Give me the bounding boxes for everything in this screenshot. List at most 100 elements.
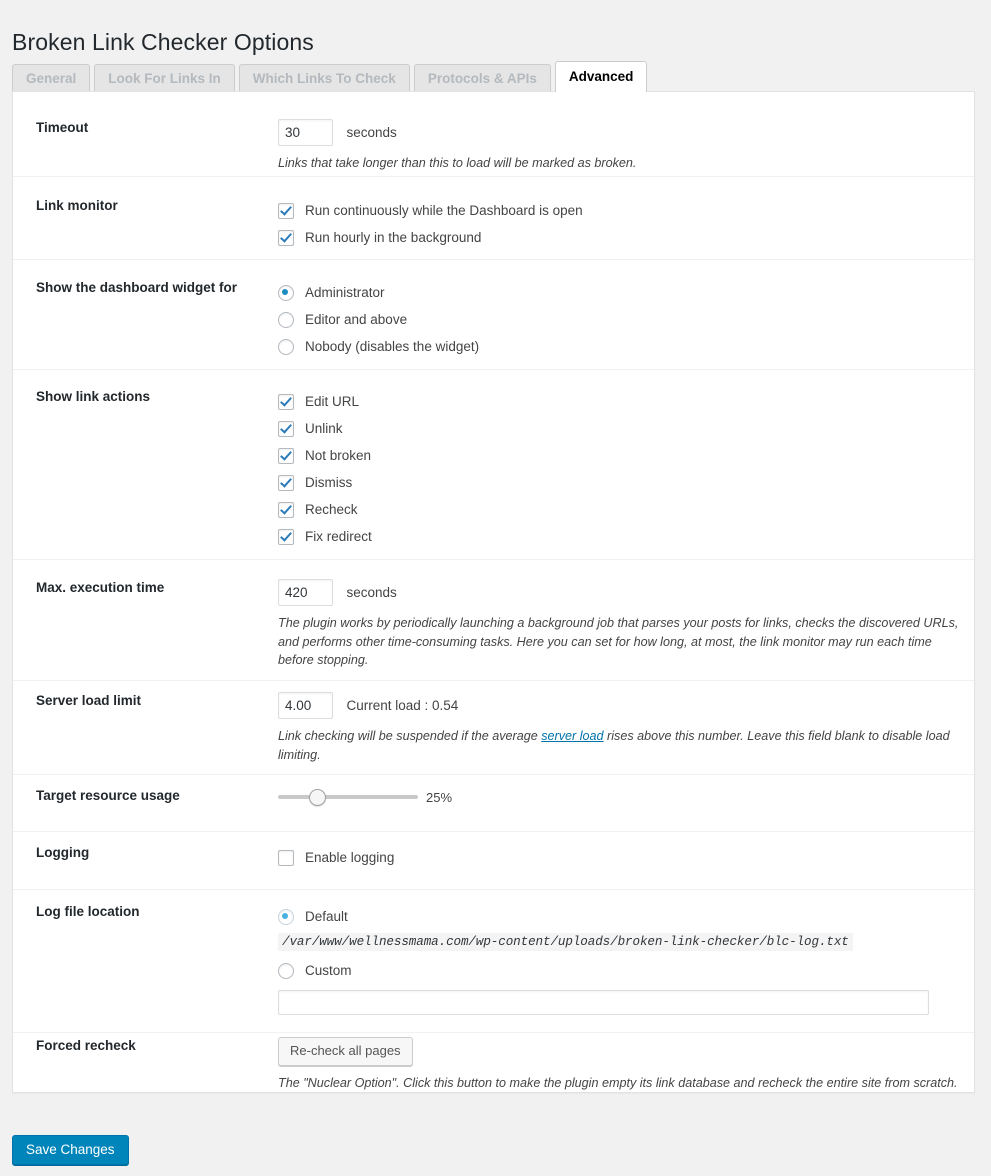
checkbox-icon[interactable]: [278, 849, 294, 866]
server-load-link[interactable]: server load: [541, 729, 603, 743]
option-label: Administrator: [305, 285, 385, 300]
radio-icon[interactable]: [278, 962, 294, 979]
option-label: Run continuously while the Dashboard is …: [305, 203, 583, 218]
link-action-option-recheck[interactable]: Recheck: [278, 496, 962, 523]
server-load-limit-label: Server load limit: [36, 693, 142, 708]
checkbox-icon[interactable]: [278, 393, 294, 410]
current-load-value: Current load : 0.54: [346, 698, 459, 714]
checkbox-icon[interactable]: [278, 229, 294, 246]
log-location-option-default[interactable]: Default: [278, 903, 962, 930]
dashboard-widget-field: Administrator Editor and above Nobody (d…: [278, 279, 962, 360]
settings-panel: Timeout seconds Links that take longer t…: [12, 91, 975, 1093]
divider: [13, 889, 974, 890]
link-actions-field: Edit URL Unlink Not broken Dismiss Reche…: [278, 388, 962, 550]
page-title: Broken Link Checker Options: [12, 29, 314, 56]
slider-track: [278, 795, 418, 799]
target-resource-usage-field: 25%: [278, 787, 962, 807]
divider: [13, 1032, 974, 1033]
log-custom-path-input[interactable]: [278, 990, 929, 1015]
tab-bar: General Look For Links In Which Links To…: [12, 61, 651, 93]
radio-icon[interactable]: [278, 908, 294, 925]
tab-protocols-and-apis[interactable]: Protocols & APIs: [413, 64, 551, 93]
radio-icon[interactable]: [278, 338, 294, 355]
log-location-option-custom[interactable]: Custom: [278, 957, 962, 984]
radio-icon[interactable]: [278, 311, 294, 328]
slider-handle[interactable]: [309, 789, 327, 806]
timeout-unit: seconds: [346, 125, 397, 141]
link-action-option-unlink[interactable]: Unlink: [278, 415, 962, 442]
option-label: Recheck: [305, 502, 358, 517]
divider: [13, 774, 974, 775]
checkbox-icon[interactable]: [278, 474, 294, 491]
log-file-location-label: Log file location: [36, 904, 140, 919]
description-text-before: Link checking will be suspended if the a…: [278, 729, 542, 743]
max-execution-time-input[interactable]: [278, 579, 333, 606]
divider: [13, 559, 974, 560]
server-load-limit-input[interactable]: [278, 692, 333, 719]
checkbox-icon[interactable]: [278, 202, 294, 219]
option-label: Fix redirect: [305, 529, 372, 544]
radio-icon[interactable]: [278, 284, 294, 301]
forced-recheck-field: Re-check all pages The "Nuclear Option".…: [278, 1037, 962, 1093]
logging-label: Logging: [36, 845, 90, 860]
timeout-field: seconds Links that take longer than this…: [278, 119, 962, 173]
tab-advanced[interactable]: Advanced: [554, 61, 648, 92]
dashboard-widget-label: Show the dashboard widget for: [36, 280, 238, 295]
option-label: Custom: [305, 963, 352, 978]
link-action-option-dismiss[interactable]: Dismiss: [278, 469, 962, 496]
option-label: Run hourly in the background: [305, 230, 482, 245]
log-file-location-field: Default /var/www/wellnessmama.com/wp-con…: [278, 903, 962, 1015]
max-execution-time-description: The plugin works by periodically launchi…: [278, 616, 959, 667]
link-action-option-edit-url[interactable]: Edit URL: [278, 388, 962, 415]
divider: [13, 369, 974, 370]
link-monitor-option-continuous[interactable]: Run continuously while the Dashboard is …: [278, 197, 962, 224]
timeout-input[interactable]: [278, 119, 333, 146]
option-label: Unlink: [305, 421, 343, 436]
link-action-option-not-broken[interactable]: Not broken: [278, 442, 962, 469]
target-resource-usage-label: Target resource usage: [36, 788, 180, 803]
max-execution-time-field: seconds The plugin works by periodically…: [278, 579, 962, 670]
options-page: Broken Link Checker Options General Look…: [0, 0, 991, 1176]
checkbox-icon[interactable]: [278, 420, 294, 437]
divider: [13, 259, 974, 260]
save-changes-button[interactable]: Save Changes: [12, 1135, 129, 1165]
option-label: Edit URL: [305, 394, 360, 409]
link-action-option-fix-redirect[interactable]: Fix redirect: [278, 523, 962, 550]
checkbox-icon[interactable]: [278, 501, 294, 518]
forced-recheck-label: Forced recheck: [36, 1038, 136, 1053]
target-resource-usage-slider[interactable]: [278, 787, 418, 807]
option-label: Not broken: [305, 448, 372, 463]
dashboard-widget-option-editor[interactable]: Editor and above: [278, 306, 962, 333]
option-label: Enable logging: [305, 850, 395, 865]
divider: [13, 176, 974, 177]
target-resource-usage-value: 25%: [426, 789, 453, 805]
checkbox-icon[interactable]: [278, 447, 294, 464]
recheck-all-pages-button[interactable]: Re-check all pages: [278, 1037, 413, 1066]
link-monitor-option-hourly[interactable]: Run hourly in the background: [278, 224, 962, 251]
max-execution-time-label: Max. execution time: [36, 580, 165, 595]
log-default-path-wrap: /var/www/wellnessmama.com/wp-content/upl…: [278, 932, 962, 951]
timeout-description: Links that take longer than this to load…: [278, 156, 637, 170]
tab-which-links-to-check[interactable]: Which Links To Check: [238, 64, 410, 93]
link-actions-label: Show link actions: [36, 389, 151, 404]
option-label: Default: [305, 909, 348, 924]
forced-recheck-description: The "Nuclear Option". Click this button …: [278, 1076, 958, 1090]
logging-option-enable[interactable]: Enable logging: [278, 844, 962, 871]
tab-general[interactable]: General: [12, 64, 91, 93]
link-monitor-label: Link monitor: [36, 198, 118, 213]
log-default-path: /var/www/wellnessmama.com/wp-content/upl…: [278, 933, 853, 951]
option-label: Dismiss: [305, 475, 353, 490]
server-load-limit-description: Link checking will be suspended if the a…: [278, 727, 962, 764]
logging-field: Enable logging: [278, 844, 962, 871]
option-label: Editor and above: [305, 312, 408, 327]
timeout-label: Timeout: [36, 120, 89, 135]
server-load-limit-field: Current load : 0.54 Link checking will b…: [278, 692, 962, 764]
tab-look-for-links-in[interactable]: Look For Links In: [94, 64, 235, 93]
dashboard-widget-option-nobody[interactable]: Nobody (disables the widget): [278, 333, 962, 360]
link-monitor-field: Run continuously while the Dashboard is …: [278, 197, 962, 251]
divider: [13, 831, 974, 832]
max-execution-time-unit: seconds: [346, 585, 397, 601]
divider: [13, 680, 974, 681]
checkbox-icon[interactable]: [278, 528, 294, 545]
dashboard-widget-option-administrator[interactable]: Administrator: [278, 279, 962, 306]
